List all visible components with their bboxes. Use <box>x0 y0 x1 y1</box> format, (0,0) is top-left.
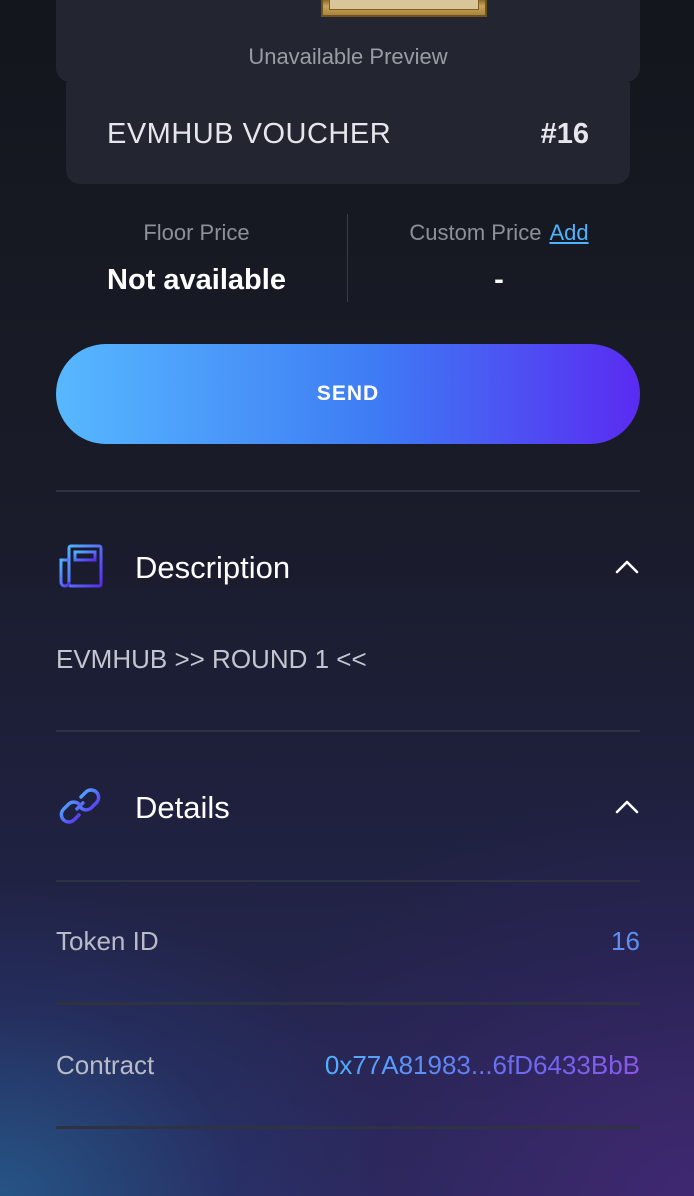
nft-preview-card: Unavailable Preview <box>56 0 640 82</box>
contract-address-link[interactable]: 0x77A81983...6fD6433BbB <box>325 1050 640 1081</box>
token-id-value: 16 <box>611 926 640 956</box>
divider <box>56 730 640 732</box>
link-icon <box>59 788 101 824</box>
price-divider <box>347 214 348 302</box>
description-text: EVMHUB >> ROUND 1 << <box>56 644 367 674</box>
details-title: Details <box>135 790 230 825</box>
floor-price-label: Floor Price <box>143 220 250 245</box>
chevron-up-icon[interactable] <box>614 794 640 820</box>
nft-name: EVMHUB VOUCHER <box>107 118 392 150</box>
nft-title-card: EVMHUB VOUCHER #16 <box>66 82 630 184</box>
divider <box>56 880 640 882</box>
picture-frame-canvas <box>329 0 479 10</box>
newspaper-icon <box>59 544 103 588</box>
details-section-header[interactable]: Details <box>56 776 640 836</box>
floor-price-value: Not available <box>107 264 286 296</box>
chevron-up-icon[interactable] <box>614 554 640 580</box>
custom-price-value: - <box>494 264 504 296</box>
floor-price-block: Floor Price Not available <box>56 220 337 297</box>
divider <box>56 1002 640 1005</box>
custom-price-label: Custom Price <box>409 220 542 245</box>
description-title: Description <box>135 550 291 585</box>
picture-frame-image <box>321 0 487 17</box>
contract-label: Contract <box>56 1050 155 1080</box>
preview-unavailable-label: Unavailable Preview <box>248 44 448 69</box>
custom-price-label-row: Custom Price Add <box>358 220 640 246</box>
nft-number: #16 <box>540 118 589 150</box>
token-id-label: Token ID <box>56 926 159 956</box>
divider <box>56 1126 640 1129</box>
description-section-header[interactable]: Description <box>56 536 640 596</box>
divider <box>56 490 640 492</box>
send-button[interactable]: SEND <box>56 344 640 444</box>
custom-price-block: Custom Price Add - <box>358 220 640 297</box>
add-custom-price-link[interactable]: Add <box>549 220 588 245</box>
